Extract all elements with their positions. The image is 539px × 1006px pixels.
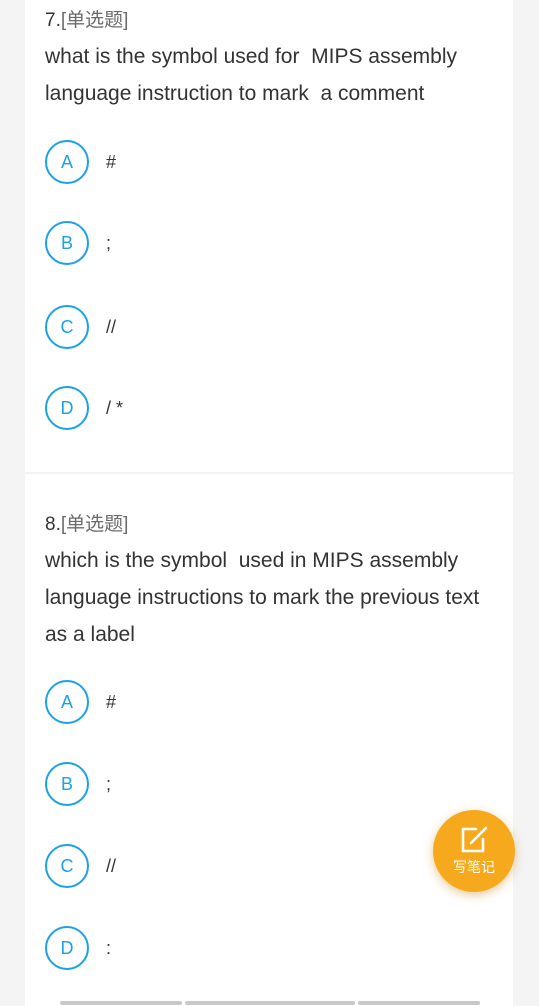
- question-card-8: 8.[单选题] which is the symbol used in MIPS…: [25, 474, 513, 1006]
- option-c[interactable]: C //: [45, 844, 116, 888]
- option-letter-badge[interactable]: B: [45, 221, 89, 265]
- option-text: //: [106, 855, 117, 876]
- option-text: / *: [106, 397, 124, 418]
- question-card-7: 7.[单选题] what is the symbol used for MIPS…: [25, 0, 513, 472]
- option-text: ;: [106, 232, 112, 253]
- scroll-indicator: [185, 1001, 355, 1005]
- question-number: 8.: [45, 514, 61, 535]
- option-text: #: [106, 151, 117, 172]
- option-letter-badge[interactable]: A: [45, 140, 89, 184]
- question-text: which is the symbol used in MIPS assembl…: [45, 549, 486, 646]
- option-a[interactable]: A #: [45, 680, 116, 724]
- quiz-page: 7.[单选题] what is the symbol used for MIPS…: [0, 0, 539, 1006]
- option-b[interactable]: B ;: [45, 762, 111, 806]
- option-letter-badge[interactable]: A: [45, 680, 89, 724]
- option-c[interactable]: C //: [45, 305, 116, 349]
- write-note-label: 写笔记: [453, 858, 495, 875]
- question-number: 7.: [45, 10, 61, 31]
- option-text: :: [106, 937, 112, 958]
- option-text: ;: [106, 773, 112, 794]
- option-text: #: [106, 691, 117, 712]
- option-letter-badge[interactable]: B: [45, 762, 89, 806]
- edit-note-icon: [461, 826, 488, 852]
- option-text: //: [106, 316, 117, 337]
- question-header: 7.[单选题]: [45, 9, 128, 33]
- option-d[interactable]: D / *: [45, 386, 123, 430]
- write-note-button[interactable]: 写笔记: [433, 810, 515, 892]
- scroll-indicator: [60, 1001, 182, 1005]
- option-letter-badge[interactable]: C: [45, 305, 89, 349]
- question-header: 8.[单选题]: [45, 513, 128, 537]
- question-type: [单选题]: [60, 10, 129, 31]
- option-b[interactable]: B ;: [45, 221, 111, 265]
- option-letter-badge[interactable]: D: [45, 926, 89, 970]
- question-type: [单选题]: [60, 514, 129, 535]
- option-a[interactable]: A #: [45, 140, 116, 184]
- option-letter-badge[interactable]: C: [45, 844, 89, 888]
- question-text: what is the symbol used for MIPS assembl…: [45, 45, 463, 105]
- option-d[interactable]: D :: [45, 926, 111, 970]
- scroll-indicator: [358, 1001, 480, 1005]
- option-letter-badge[interactable]: D: [45, 386, 89, 430]
